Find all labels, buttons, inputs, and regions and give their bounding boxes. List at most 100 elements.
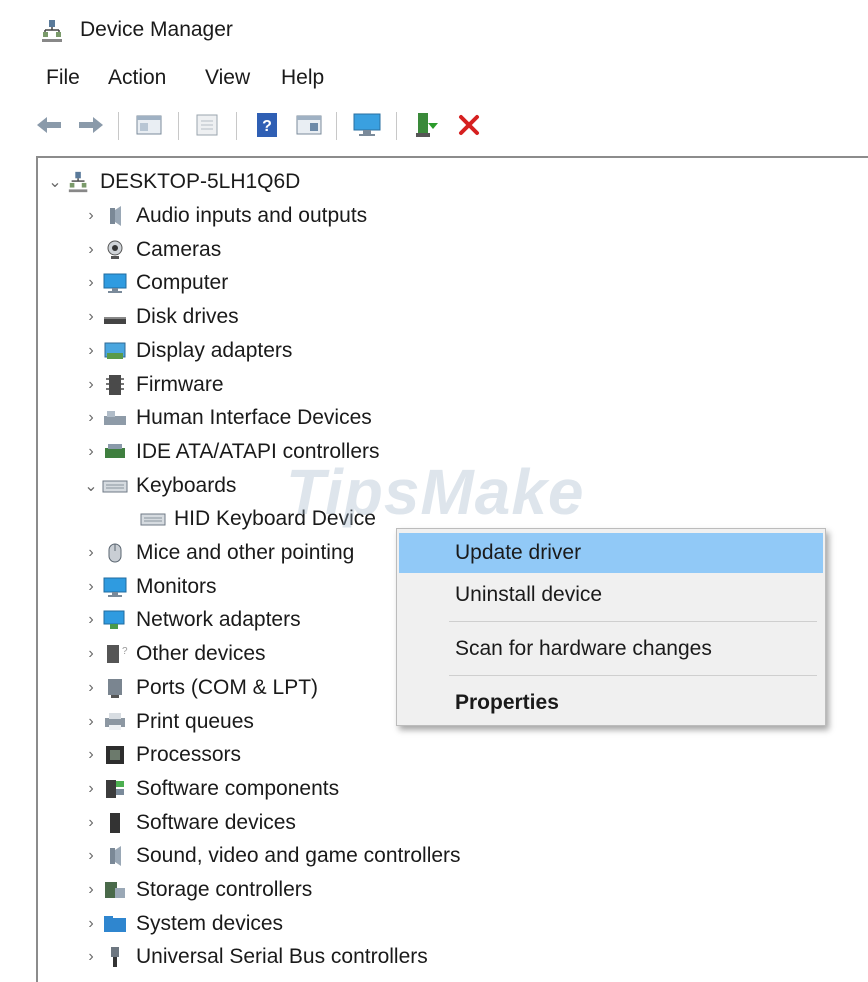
- tree-item-label: IDE ATA/ATAPI controllers: [136, 440, 380, 463]
- software-device-icon: [100, 810, 130, 836]
- chevron-right-icon[interactable]: ›: [82, 746, 100, 764]
- svg-text:?: ?: [122, 646, 128, 657]
- chevron-right-icon[interactable]: ›: [82, 611, 100, 629]
- properties-icon[interactable]: [192, 110, 222, 140]
- tree-item-label: Mice and other pointing: [136, 541, 355, 564]
- chevron-right-icon[interactable]: ›: [82, 409, 100, 427]
- tree-item-ide-ata-atapi-controllers[interactable]: › IDE ATA/ATAPI controllers: [82, 436, 380, 468]
- processor-icon: [100, 742, 130, 768]
- context-item-label: Update driver: [455, 541, 582, 564]
- tree-item-cameras[interactable]: › Cameras: [82, 234, 221, 266]
- tree-item-universal-serial-bus-controllers[interactable]: › Universal Serial Bus controllers: [82, 941, 427, 973]
- tree-item-label: Human Interface Devices: [136, 406, 372, 429]
- tree-item-label: Processors: [136, 743, 242, 766]
- tree-item-mice-and-other-pointing[interactable]: › Mice and other pointing: [82, 537, 354, 569]
- tree-child-label: HID Keyboard Device: [174, 507, 376, 530]
- context-scan-hardware[interactable]: Scan for hardware changes: [399, 629, 823, 669]
- camera-icon: [100, 237, 130, 263]
- chevron-right-icon[interactable]: ›: [82, 443, 100, 461]
- tree-item-label: Display adapters: [136, 339, 293, 362]
- network-icon: [100, 607, 130, 633]
- update-driver-icon[interactable]: [412, 110, 442, 140]
- context-item-label: Uninstall device: [455, 583, 603, 606]
- chevron-right-icon[interactable]: ›: [82, 915, 100, 933]
- help-icon[interactable]: ?: [252, 110, 282, 140]
- tree-item-label: Keyboards: [136, 474, 237, 497]
- context-update-driver[interactable]: Update driver: [399, 533, 823, 573]
- tree-child-hid-keyboard-device[interactable]: HID Keyboard Device: [138, 503, 376, 535]
- chevron-right-icon[interactable]: ›: [82, 847, 100, 865]
- chevron-right-icon[interactable]: ›: [82, 207, 100, 225]
- tree-item-label: Network adapters: [136, 608, 301, 631]
- view-details-icon[interactable]: [294, 110, 324, 140]
- chevron-down-icon[interactable]: ⌄: [46, 172, 64, 192]
- tree-item-label: Sound, video and game controllers: [136, 844, 461, 867]
- tree-item-firmware[interactable]: › Firmware: [82, 369, 223, 401]
- tree-root-desktop[interactable]: ⌄ DESKTOP-5LH1Q6D: [46, 166, 300, 198]
- speaker-icon: [100, 843, 130, 869]
- tree-item-monitors[interactable]: › Monitors: [82, 571, 217, 603]
- context-properties[interactable]: Properties: [399, 683, 823, 723]
- tree-item-software-devices[interactable]: › Software devices: [82, 807, 296, 839]
- chevron-right-icon[interactable]: ›: [82, 376, 100, 394]
- context-uninstall-device[interactable]: Uninstall device: [399, 575, 823, 615]
- chevron-right-icon[interactable]: ›: [82, 342, 100, 360]
- tree-item-ports-com-lpt[interactable]: › Ports (COM & LPT): [82, 672, 318, 704]
- menu-help[interactable]: Help: [281, 66, 324, 90]
- menu-view[interactable]: View: [205, 66, 250, 90]
- tree-item-label: Computer: [136, 271, 229, 294]
- firmware-icon: [100, 372, 130, 398]
- device-manager-icon: [42, 20, 62, 42]
- tree-item-label: Storage controllers: [136, 878, 313, 901]
- toolbar: ?: [30, 104, 868, 148]
- menu-action[interactable]: Action: [108, 66, 166, 90]
- tree-item-software-components[interactable]: › Software components: [82, 773, 339, 805]
- chevron-right-icon[interactable]: ›: [82, 241, 100, 259]
- tree-item-human-interface-devices[interactable]: › Human Interface Devices: [82, 402, 372, 434]
- tree-item-network-adapters[interactable]: › Network adapters: [82, 604, 301, 636]
- tree-item-sound-video-and-game-controllers[interactable]: › Sound, video and game controllers: [82, 840, 461, 872]
- printer-icon: [100, 709, 130, 735]
- speaker-icon: [100, 203, 130, 229]
- tree-item-other-devices[interactable]: ›? Other devices: [82, 638, 266, 670]
- ide-icon: [100, 439, 130, 465]
- chevron-right-icon[interactable]: ›: [82, 544, 100, 562]
- forward-arrow-icon[interactable]: [76, 110, 106, 140]
- tree-item-system-devices[interactable]: › System devices: [82, 908, 283, 940]
- chevron-right-icon[interactable]: ›: [82, 274, 100, 292]
- chevron-down-icon[interactable]: ⌄: [82, 476, 100, 496]
- system-folder-icon: [100, 911, 130, 937]
- tree-item-computer[interactable]: › Computer: [82, 267, 228, 299]
- tree-item-audio-inputs-and-outputs[interactable]: › Audio inputs and outputs: [82, 200, 367, 232]
- menu-file[interactable]: File: [46, 66, 80, 90]
- usb-icon: [100, 944, 130, 970]
- software-component-icon: [100, 776, 130, 802]
- chevron-right-icon[interactable]: ›: [82, 780, 100, 798]
- chevron-right-icon[interactable]: ›: [82, 948, 100, 966]
- uninstall-icon[interactable]: [454, 110, 484, 140]
- chevron-right-icon[interactable]: ›: [82, 578, 100, 596]
- tree-item-print-queues[interactable]: › Print queues: [82, 706, 254, 738]
- tree-item-label: Monitors: [136, 575, 217, 598]
- tree-item-keyboards[interactable]: ⌄ Keyboards: [82, 470, 236, 502]
- context-menu: Update driver Uninstall device Scan for …: [396, 528, 826, 726]
- chevron-right-icon[interactable]: ›: [82, 679, 100, 697]
- tree-item-label: Other devices: [136, 642, 266, 665]
- menu-bar: File Action View Help: [0, 62, 868, 98]
- chevron-right-icon[interactable]: ›: [82, 814, 100, 832]
- scan-hardware-icon[interactable]: [352, 110, 382, 140]
- tree-item-display-adapters[interactable]: › Display adapters: [82, 335, 292, 367]
- chevron-right-icon[interactable]: ›: [82, 308, 100, 326]
- tree-item-processors[interactable]: › Processors: [82, 739, 241, 771]
- keyboard-icon: [138, 506, 168, 532]
- storage-icon: [100, 877, 130, 903]
- chevron-right-icon[interactable]: ›: [82, 881, 100, 899]
- chevron-right-icon[interactable]: ›: [82, 713, 100, 731]
- tree-item-storage-controllers[interactable]: › Storage controllers: [82, 874, 312, 906]
- show-hide-tree-icon[interactable]: [134, 110, 164, 140]
- back-arrow-icon[interactable]: [34, 110, 64, 140]
- window-title: Device Manager: [80, 18, 233, 41]
- tree-item-disk-drives[interactable]: › Disk drives: [82, 301, 238, 333]
- tree-item-label: Audio inputs and outputs: [136, 204, 368, 227]
- chevron-right-icon[interactable]: ›: [82, 645, 100, 663]
